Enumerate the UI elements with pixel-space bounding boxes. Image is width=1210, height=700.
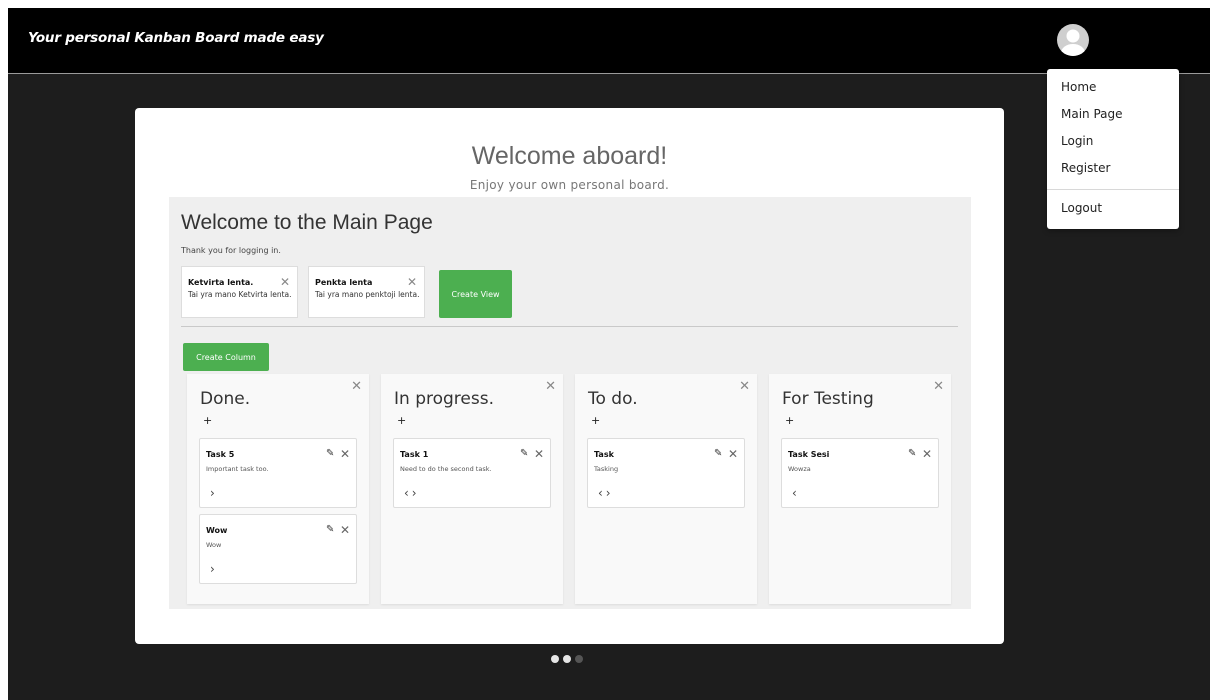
carousel-dot[interactable] <box>575 655 583 663</box>
move-task-controls[interactable]: ‹› <box>404 486 420 500</box>
task-desc: Important task too. <box>206 465 269 473</box>
close-icon[interactable]: ✕ <box>280 275 290 289</box>
carousel-dot[interactable] <box>563 655 571 663</box>
column-title: To do. <box>588 389 638 409</box>
pencil-icon[interactable]: ✎ <box>908 448 916 459</box>
move-task-controls[interactable]: › <box>210 486 218 500</box>
top-bar: Your personal Kanban Board made easy <box>8 8 1210 74</box>
welcome-title: Welcome aboard! <box>471 142 668 170</box>
menu-item-logout[interactable]: Logout <box>1047 195 1179 222</box>
close-icon[interactable]: ✕ <box>545 379 556 394</box>
task-title: Task Sesi <box>788 450 830 459</box>
move-task-controls[interactable]: ‹› <box>598 486 614 500</box>
board-view-card[interactable]: Penkta lenta Tai yra mano penktoji lenta… <box>308 266 425 318</box>
close-icon[interactable]: ✕ <box>340 447 350 461</box>
create-view-button[interactable]: Create View <box>439 270 512 318</box>
menu-divider <box>1047 189 1179 190</box>
task-title: Task <box>594 450 614 459</box>
menu-item-login[interactable]: Login <box>1047 128 1179 155</box>
user-avatar[interactable] <box>1057 24 1089 56</box>
task-desc: Wow <box>206 541 222 549</box>
column-title: Done. <box>200 389 251 409</box>
menu-item-home[interactable]: Home <box>1047 74 1179 101</box>
task-card: Wow Wow ✎ ✕ › <box>199 514 357 584</box>
brand-title: Your personal Kanban Board made easy <box>28 30 324 46</box>
chevron-right-icon[interactable]: › <box>210 486 218 500</box>
close-icon[interactable]: ✕ <box>407 275 417 289</box>
close-icon[interactable]: ✕ <box>922 447 932 461</box>
carousel-dot[interactable] <box>551 655 559 663</box>
close-icon[interactable]: ✕ <box>351 379 362 394</box>
task-desc: Wowza <box>788 465 811 473</box>
app-frame: Your personal Kanban Board made easy Hom… <box>8 8 1210 700</box>
board-view-title: Penkta lenta <box>315 278 373 287</box>
main-page-subtitle: Thank you for logging in. <box>181 246 281 255</box>
task-title: Wow <box>206 526 228 535</box>
task-title: Task 5 <box>206 450 235 459</box>
kanban-column-to-do: To do. ✕ + Task Tasking ✎ ✕ ‹› <box>575 374 757 604</box>
menu-item-main-page[interactable]: Main Page <box>1047 101 1179 128</box>
add-task-button[interactable]: + <box>785 414 794 427</box>
welcome-subtitle: Enjoy your own personal board. <box>469 178 670 192</box>
task-card: Task 5 Important task too. ✎ ✕ › <box>199 438 357 508</box>
close-icon[interactable]: ✕ <box>340 523 350 537</box>
user-icon <box>1061 29 1085 56</box>
chevron-right-icon[interactable]: › <box>210 562 218 576</box>
task-desc: Tasking <box>594 465 619 473</box>
pencil-icon[interactable]: ✎ <box>326 448 334 459</box>
pencil-icon[interactable]: ✎ <box>326 524 334 535</box>
close-icon[interactable]: ✕ <box>728 447 738 461</box>
section-divider <box>181 326 958 327</box>
board-view-card[interactable]: Ketvirta lenta. Tai yra mano Ketvirta le… <box>181 266 298 318</box>
add-task-button[interactable]: + <box>591 414 600 427</box>
task-desc: Need to do the second task. <box>400 465 492 473</box>
main-page-title: Welcome to the Main Page <box>181 211 433 234</box>
chevron-left-icon[interactable]: ‹ <box>792 486 800 500</box>
pencil-icon[interactable]: ✎ <box>520 448 528 459</box>
kanban-column-done: Done. ✕ + Task 5 Important task too. ✎ ✕… <box>187 374 369 604</box>
task-title: Task 1 <box>400 450 429 459</box>
kanban-column-for-testing: For Testing ✕ + Task Sesi Wowza ✎ ✕ ‹ <box>769 374 951 604</box>
main-page-area: Welcome to the Main Page Thank you for l… <box>169 197 971 609</box>
close-icon[interactable]: ✕ <box>739 379 750 394</box>
carousel-indicators <box>551 655 591 665</box>
column-title: For Testing <box>782 389 874 409</box>
kanban-column-in-progress: In progress. ✕ + Task 1 Need to do the s… <box>381 374 563 604</box>
chevron-left-right-icon[interactable]: ‹› <box>598 486 614 500</box>
task-card: Task Sesi Wowza ✎ ✕ ‹ <box>781 438 939 508</box>
close-icon[interactable]: ✕ <box>534 447 544 461</box>
pencil-icon[interactable]: ✎ <box>714 448 722 459</box>
user-menu-dropdown: Home Main Page Login Register Logout <box>1047 69 1179 229</box>
close-icon[interactable]: ✕ <box>933 379 944 394</box>
add-task-button[interactable]: + <box>397 414 406 427</box>
board-view-desc: Tai yra mano Ketvirta lenta. <box>188 290 292 299</box>
column-title: In progress. <box>394 389 494 409</box>
move-task-controls[interactable]: ‹ <box>792 486 800 500</box>
board-view-title: Ketvirta lenta. <box>188 278 254 287</box>
add-task-button[interactable]: + <box>203 414 212 427</box>
move-task-controls[interactable]: › <box>210 562 218 576</box>
menu-item-register[interactable]: Register <box>1047 155 1179 182</box>
board-view-desc: Tai yra mano penktoji lenta. <box>315 290 420 299</box>
create-column-button[interactable]: Create Column <box>183 343 269 371</box>
task-card: Task 1 Need to do the second task. ✎ ✕ ‹… <box>393 438 551 508</box>
task-card: Task Tasking ✎ ✕ ‹› <box>587 438 745 508</box>
chevron-left-right-icon[interactable]: ‹› <box>404 486 420 500</box>
main-card: Welcome aboard! Enjoy your own personal … <box>135 108 1004 644</box>
